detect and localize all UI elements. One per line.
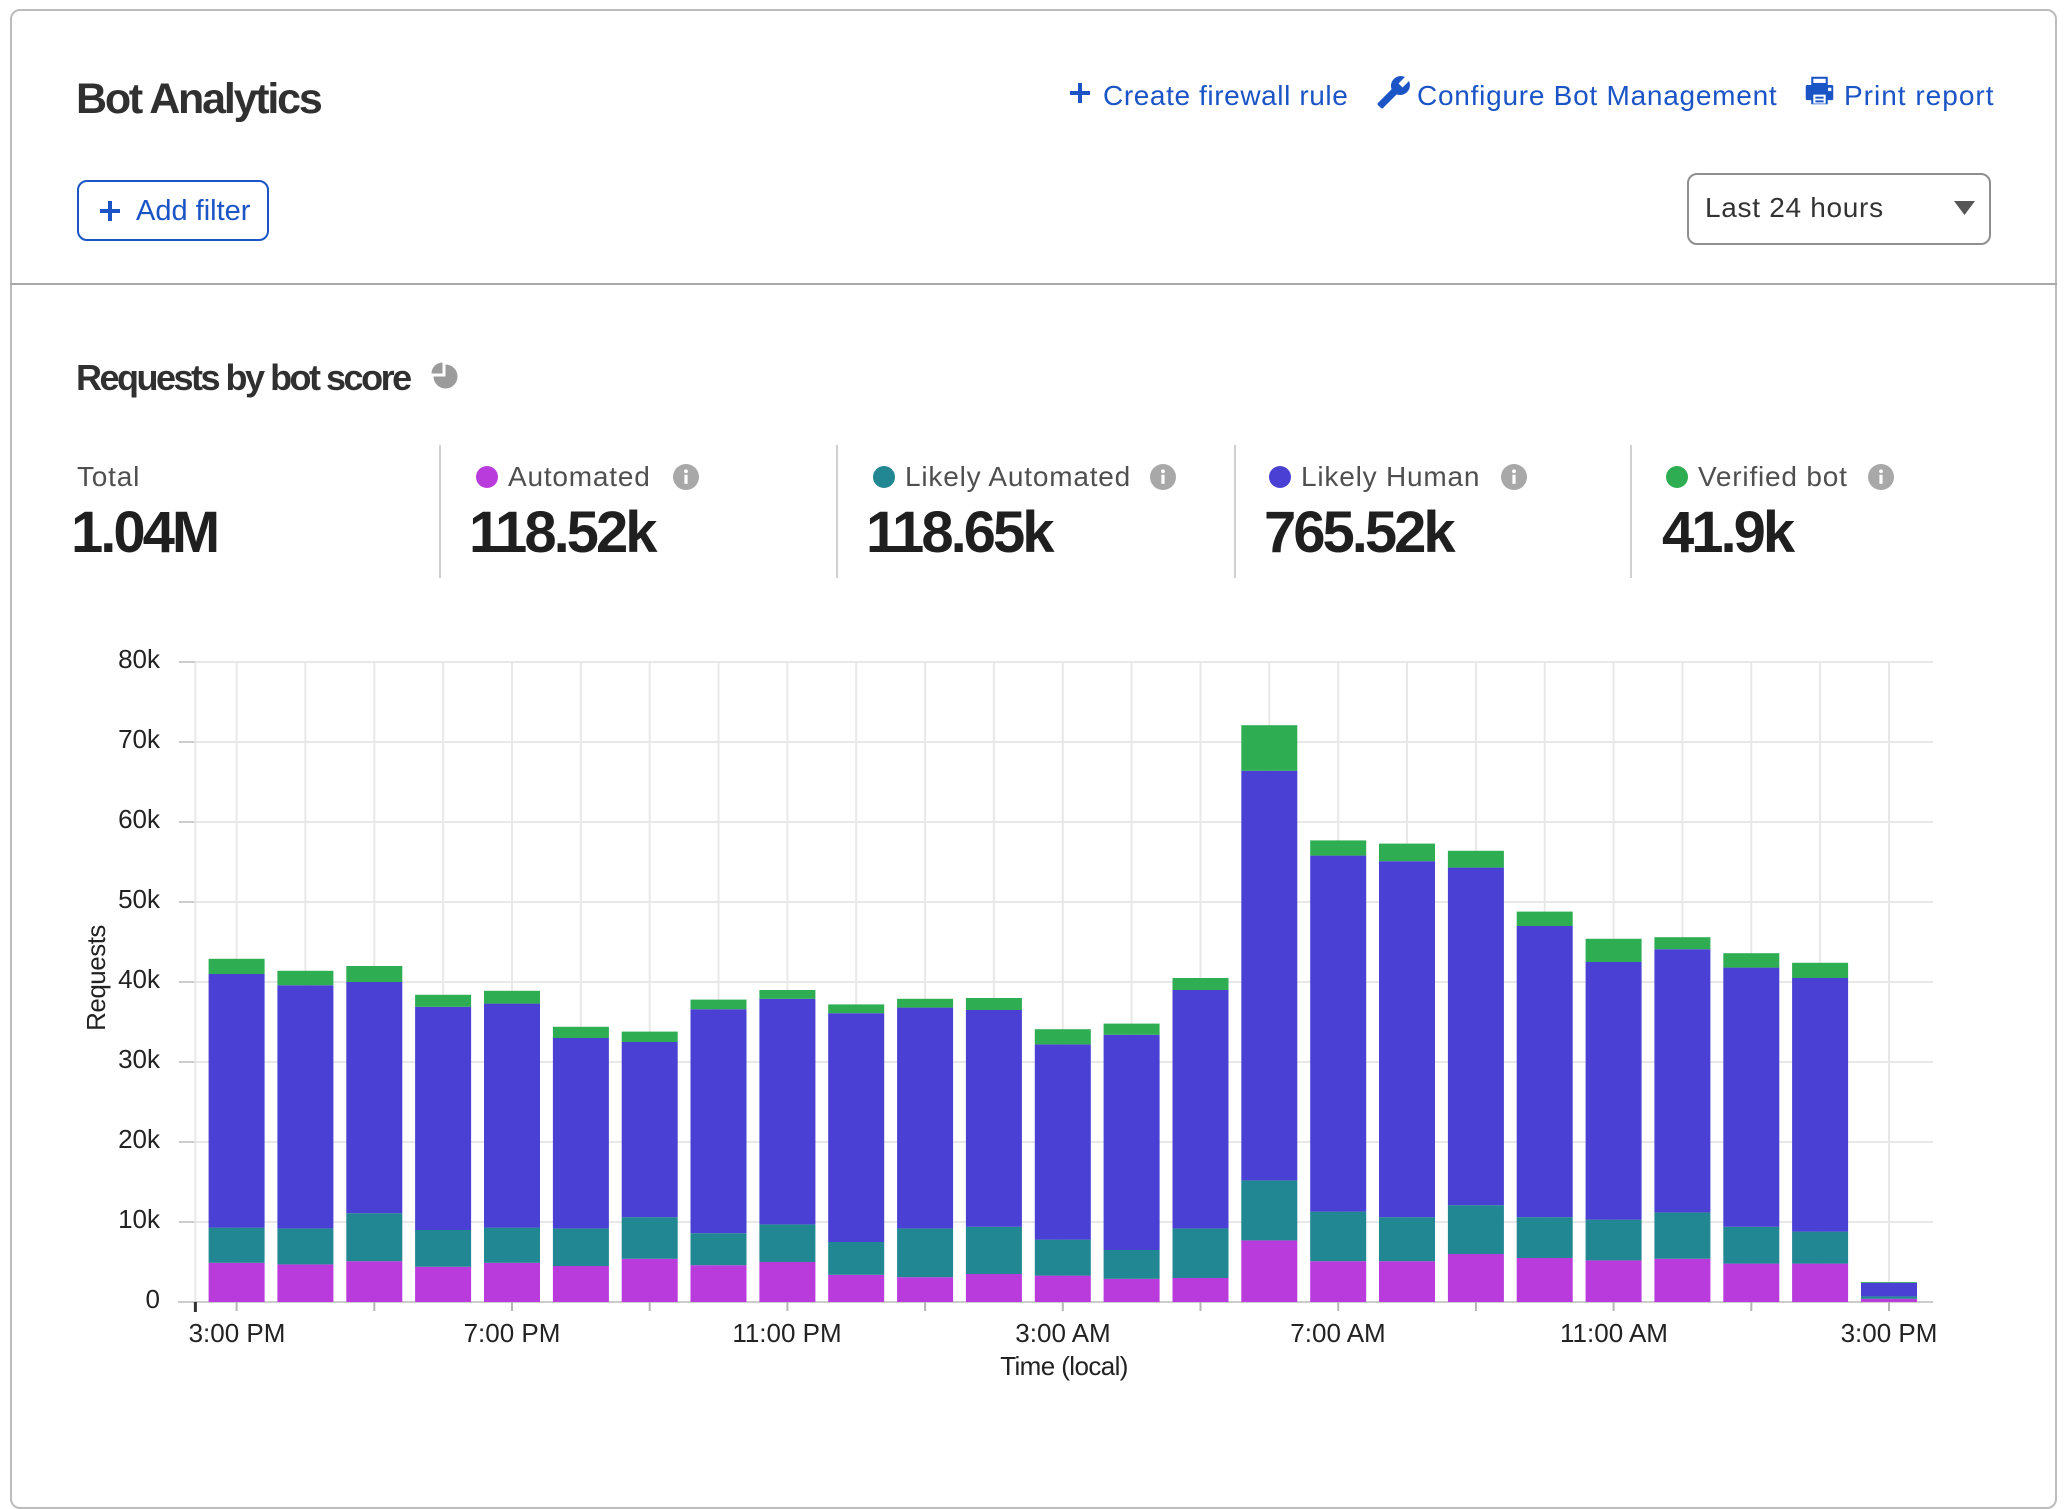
svg-text:60k: 60k <box>118 804 161 834</box>
svg-text:30k: 30k <box>118 1044 161 1074</box>
svg-text:10k: 10k <box>118 1204 161 1234</box>
svg-text:3:00 AM: 3:00 AM <box>1015 1318 1110 1348</box>
svg-text:11:00 AM: 11:00 AM <box>1560 1318 1668 1348</box>
svg-text:20k: 20k <box>118 1124 161 1154</box>
svg-text:Requests: Requests <box>81 925 111 1031</box>
svg-text:7:00 PM: 7:00 PM <box>464 1318 561 1348</box>
svg-text:11:00 PM: 11:00 PM <box>732 1318 841 1348</box>
svg-text:80k: 80k <box>118 644 161 674</box>
svg-text:3:00 PM: 3:00 PM <box>189 1318 286 1348</box>
svg-text:7:00 AM: 7:00 AM <box>1290 1318 1385 1348</box>
svg-text:70k: 70k <box>118 724 161 754</box>
svg-text:50k: 50k <box>118 884 161 914</box>
svg-text:40k: 40k <box>118 964 161 994</box>
svg-text:Time (local): Time (local) <box>1000 1351 1128 1381</box>
svg-text:0: 0 <box>146 1284 160 1314</box>
svg-text:3:00 PM: 3:00 PM <box>1841 1318 1938 1348</box>
